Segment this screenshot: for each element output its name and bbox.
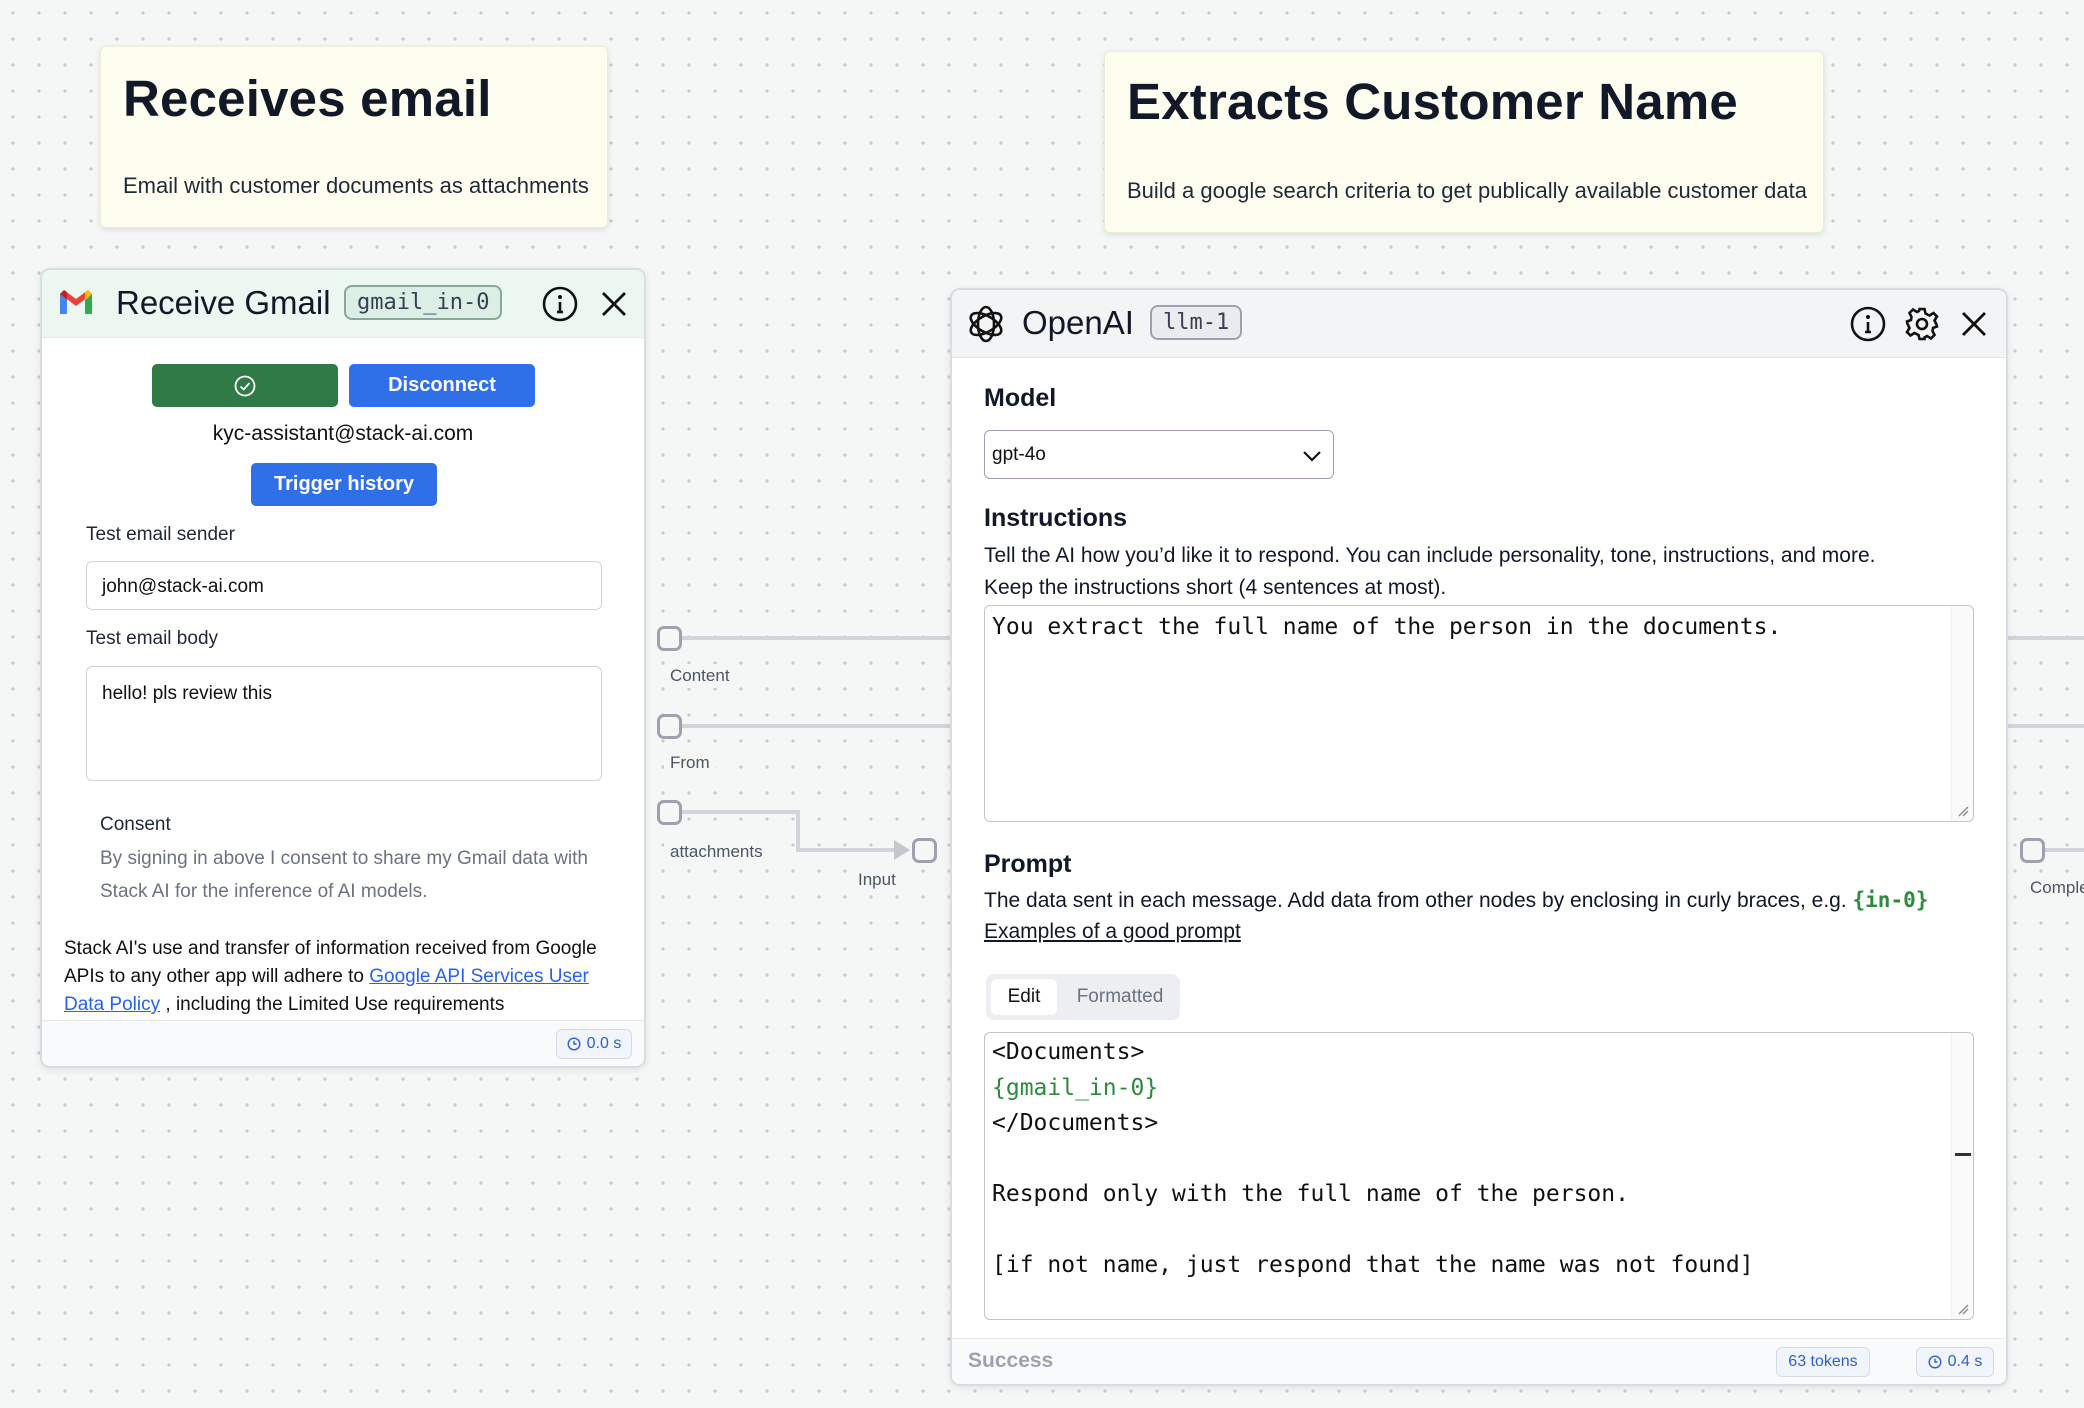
policy-line-3: Data Policy , including the Limited Use …: [64, 994, 504, 1016]
body-textarea[interactable]: hello! pls review this: [86, 666, 602, 781]
tokens-value: 63 tokens: [1788, 1353, 1858, 1370]
tab-formatted[interactable]: Formatted: [1068, 979, 1172, 1015]
scrollbar-thumb[interactable]: [1955, 1153, 1971, 1156]
gmail-node-header[interactable]: Receive Gmail gmail_in-0: [42, 270, 644, 338]
info-icon[interactable]: [1848, 304, 1888, 344]
instructions-textarea[interactable]: You extract the full name of the person …: [984, 605, 1974, 822]
clock-icon: [567, 1037, 581, 1051]
scrollbar[interactable]: [1951, 606, 1973, 821]
sender-label: Test email sender: [86, 524, 235, 545]
policy-line-2: APIs to any other app will adhere to Goo…: [64, 966, 589, 988]
handle-from[interactable]: [657, 714, 682, 739]
handle-label-content: Content: [664, 664, 736, 688]
instructions-value: You extract the full name of the person …: [992, 614, 1782, 640]
prompt-token-example: {in-0}: [1852, 888, 1929, 912]
body-label: Test email body: [86, 628, 219, 649]
prompt-description-text: The data sent in each message. Add data …: [984, 889, 1853, 912]
gear-icon[interactable]: [1902, 304, 1942, 344]
edge-arrow: [894, 840, 910, 860]
prompt-line: </Documents>: [992, 1110, 1159, 1136]
openai-node-footer: Success 63 tokens 0.4 s: [952, 1338, 2006, 1384]
prompt-line: <Documents>: [992, 1039, 1145, 1065]
resize-handle-icon[interactable]: [1957, 1303, 1969, 1315]
gmail-node[interactable]: Receive Gmail gmail_in-0 Disconnect kyc-…: [40, 268, 646, 1068]
handle-attachments[interactable]: [657, 800, 682, 825]
openai-node-header[interactable]: OpenAI llm-1: [952, 290, 2006, 358]
instructions-description: Tell the AI how you’d like it to respond…: [984, 544, 1876, 567]
node-id-chip: llm-1: [1150, 305, 1243, 340]
run-time-value: 0.4 s: [1947, 1353, 1983, 1370]
node-title: OpenAI: [1022, 304, 1134, 341]
run-time-value: 0.0 s: [586, 1035, 622, 1052]
close-icon[interactable]: [1954, 304, 1994, 344]
prompt-blank-line: [992, 1213, 1966, 1249]
scrollbar[interactable]: [1951, 1033, 1973, 1319]
prompt-variable: {gmail_in-0}: [992, 1074, 1159, 1101]
run-time-badge: 0.4 s: [1916, 1347, 1994, 1377]
policy-text: , including the Limited Use requirements: [160, 994, 505, 1015]
model-select[interactable]: gpt-4o: [984, 430, 1334, 479]
instructions-label: Instructions: [984, 504, 1128, 532]
consent-line-2: Stack AI for the inference of AI models.: [100, 881, 428, 902]
instructions-description: Keep the instructions short (4 sentences…: [984, 576, 1447, 599]
handle-content[interactable]: [657, 626, 682, 651]
prompt-examples-link[interactable]: Examples of a good prompt: [984, 916, 1241, 948]
policy-link[interactable]: Google API Services User: [369, 966, 589, 987]
gmail-node-footer: 0.0 s: [42, 1020, 644, 1066]
handle-completion[interactable]: [2020, 838, 2045, 863]
model-select-value: gpt-4o: [992, 444, 1046, 465]
handle-input[interactable]: [912, 838, 937, 863]
consent-line-1: By signing in above I consent to share m…: [100, 848, 588, 869]
chevron-down-icon: [1303, 451, 1321, 462]
node-title: Receive Gmail: [116, 284, 331, 321]
tab-edit[interactable]: Edit: [991, 979, 1057, 1015]
check-circle-icon: [234, 375, 256, 396]
policy-text: APIs to any other app will adhere to: [64, 966, 370, 987]
model-label: Model: [984, 384, 1057, 412]
status-text: Success: [968, 1349, 1054, 1372]
tokens-badge: 63 tokens: [1776, 1347, 1870, 1377]
prompt-blank-line: [992, 1142, 1966, 1178]
prompt-label: Prompt: [984, 850, 1072, 878]
handle-label-completion: Comple: [2024, 876, 2084, 900]
prompt-textarea[interactable]: <Documents> {gmail_in-0} </Documents> Re…: [984, 1032, 1974, 1320]
info-icon[interactable]: [540, 284, 580, 324]
prompt-tabs: Edit Formatted: [986, 974, 1180, 1020]
prompt-line: Respond only with the full name of the p…: [992, 1181, 1629, 1207]
node-id-chip: gmail_in-0: [344, 285, 503, 320]
trigger-history-button[interactable]: Trigger history: [251, 463, 437, 506]
policy-line-1: Stack AI's use and transfer of informati…: [64, 938, 597, 959]
gmail-icon: [58, 288, 94, 321]
resize-handle-icon[interactable]: [1957, 805, 1969, 817]
clock-icon: [1928, 1355, 1942, 1369]
handle-label-from: From: [664, 751, 716, 775]
sender-input[interactable]: john@stack-ai.com: [86, 561, 602, 610]
close-icon[interactable]: [594, 284, 634, 324]
prompt-description: The data sent in each message. Add data …: [984, 884, 1928, 917]
consent-title: Consent: [100, 814, 171, 835]
handle-label-attachments: attachments: [664, 840, 769, 864]
policy-link[interactable]: Data Policy: [64, 994, 160, 1015]
prompt-line: [if not name, just respond that the name…: [992, 1252, 1754, 1278]
disconnect-button[interactable]: Disconnect: [349, 364, 535, 407]
connected-account: kyc-assistant@stack-ai.com: [212, 422, 474, 445]
handle-label-input: Input: [852, 868, 902, 892]
openai-logo-icon: [962, 300, 1010, 353]
openai-node[interactable]: OpenAI llm-1 Model gpt-4o Instructions T…: [950, 288, 2008, 1386]
run-time-badge: 0.0 s: [556, 1029, 632, 1059]
connected-status-button[interactable]: [152, 364, 338, 407]
